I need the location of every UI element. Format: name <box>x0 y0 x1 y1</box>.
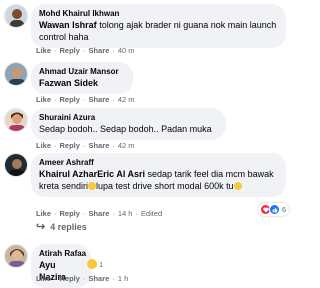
like-button[interactable]: Like <box>36 274 51 283</box>
comment-time[interactable]: 40 m <box>118 46 135 55</box>
comment-bubble: Ameer Ashraff Khairul AzharEric Al Asri … <box>31 153 286 197</box>
comment-bubble: Shuraini Azura Sedap bodoh.. Sedap bodoh… <box>31 108 226 140</box>
reaction-count: 1 <box>99 259 104 269</box>
comment-author[interactable]: Mohd Khairul Ikhwan <box>39 8 278 19</box>
laughing-emoji-icon <box>233 182 242 190</box>
like-button[interactable]: Like <box>36 209 51 218</box>
comment-actions: Like · Reply · Share · 1 h <box>36 274 129 283</box>
comment-author[interactable]: Atirah Rafaa <box>39 248 86 259</box>
comment-text: Sedap bodoh.. Sedap bodoh.. Padan muka <box>39 124 212 134</box>
comment-actions: Like · Reply · Share · 14 h · Edited <box>36 209 163 218</box>
replies-count[interactable]: 4 replies <box>50 222 87 232</box>
comment-time[interactable]: 14 h <box>118 209 133 218</box>
comment-author[interactable]: Ameer Ashraff <box>39 157 278 168</box>
reaction-summary[interactable]: 6 <box>258 203 290 216</box>
edited-label[interactable]: Edited <box>141 209 162 218</box>
reaction-count: 6 <box>282 205 287 214</box>
reply-button[interactable]: Reply <box>60 274 80 283</box>
reply-button[interactable]: Reply <box>60 95 80 104</box>
comment-text: Khairul AzharEric Al Asri sedap tarik fe… <box>39 168 278 192</box>
laughing-emoji-icon <box>88 182 97 190</box>
comment-actions: Like · Reply · Share · 42 m <box>36 141 135 150</box>
comment-bubble: Mohd Khairul Ikhwan Wawan Ishraf tolong … <box>31 4 286 48</box>
comment-bubble: Ahmad Uzair Mansor Fazwan Sidek <box>31 62 133 94</box>
like-reaction-icon <box>269 204 280 215</box>
reply-button[interactable]: Reply <box>60 209 80 218</box>
mention-tag[interactable]: Fazwan Sidek <box>39 78 98 88</box>
reaction-summary[interactable]: 1 <box>84 258 106 270</box>
like-button[interactable]: Like <box>36 46 51 55</box>
comment-author[interactable]: Ahmad Uzair Mansor <box>39 66 125 77</box>
avatar[interactable] <box>4 153 28 177</box>
avatar[interactable] <box>4 244 28 268</box>
comment-time[interactable]: 42 m <box>118 95 135 104</box>
like-button[interactable]: Like <box>36 95 51 104</box>
reply-button[interactable]: Reply <box>60 141 80 150</box>
share-button[interactable]: Share <box>88 95 109 104</box>
comment-actions: Like · Reply · Share · 40 m <box>36 46 135 55</box>
comment-author[interactable]: Shuraini Azura <box>39 112 218 123</box>
comment-time[interactable]: 42 m <box>118 141 135 150</box>
share-button[interactable]: Share <box>88 274 109 283</box>
comment-actions: Like · Reply · Share · 42 m <box>36 95 135 104</box>
mention-tag[interactable]: Wawan Ishraf <box>39 20 97 30</box>
reply-arrow-icon: ↪ <box>36 220 46 233</box>
avatar[interactable] <box>4 4 28 28</box>
like-button[interactable]: Like <box>36 141 51 150</box>
share-button[interactable]: Share <box>88 141 109 150</box>
avatar[interactable] <box>4 62 28 86</box>
view-replies-link[interactable]: ↪ 4 replies <box>36 220 87 233</box>
share-button[interactable]: Share <box>88 46 109 55</box>
sad-reaction-icon <box>87 259 97 269</box>
comment-text: Fazwan Sidek <box>39 77 125 89</box>
share-button[interactable]: Share <box>88 209 109 218</box>
comment-time[interactable]: 1 h <box>118 274 128 283</box>
reply-button[interactable]: Reply <box>60 46 80 55</box>
avatar[interactable] <box>4 108 28 132</box>
comment-body-cont: lupa test drive short modal 600k tu <box>96 181 234 191</box>
mention-tag[interactable]: Khairul AzharEric Al Asri <box>39 169 145 179</box>
comment-text: Wawan Ishraf tolong ajak brader ni guana… <box>39 19 278 43</box>
